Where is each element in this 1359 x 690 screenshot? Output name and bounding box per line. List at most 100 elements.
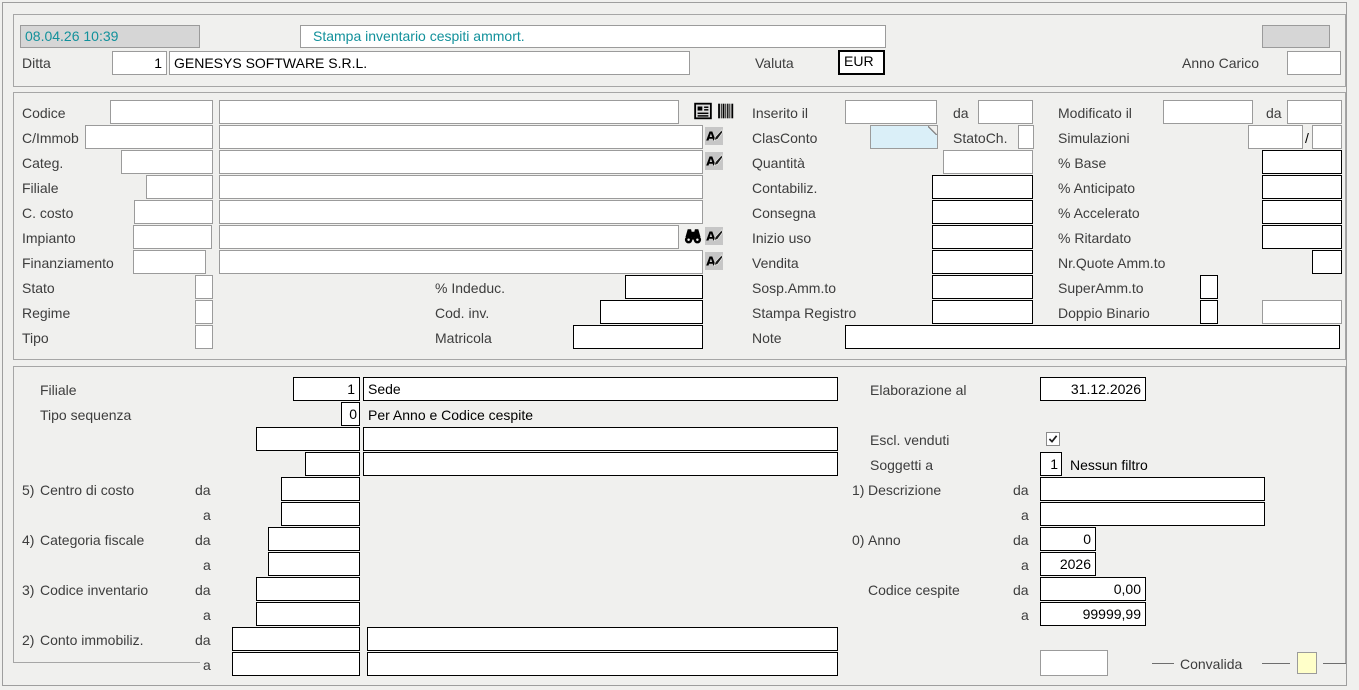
doppio-binario-value-field [1262,300,1342,324]
regime-field[interactable] [195,300,213,324]
range5-a-label: a [203,506,211,524]
sosp-ammto-label: Sosp.Amm.to [752,279,836,297]
report-filiale-code-field[interactable]: 1 [293,377,360,401]
anno-carico-field[interactable] [1287,51,1341,75]
range1-label: Descrizione [868,481,941,499]
report-filiale-desc-field[interactable]: Sede [363,377,838,401]
perc-base-field[interactable] [1262,150,1342,174]
note-field[interactable] [845,325,1340,349]
convalida-line-right [1323,663,1346,664]
report-groupbox-bottom-left [13,662,200,663]
c-costo-desc-field[interactable] [219,200,703,224]
convalida-line-mid [1262,663,1290,664]
c-costo-field[interactable] [134,200,213,224]
anno-da-field[interactable]: 0 [1040,527,1096,551]
soggetti-code-field[interactable]: 1 [1040,452,1062,476]
svg-text:A: A [706,155,716,169]
spellcheck-icon[interactable]: A [705,127,723,145]
codice-inventario-da-field[interactable] [256,577,360,601]
convalida-label: Convalida [1180,655,1242,673]
conto-immobiliz-da-field[interactable] [232,627,360,651]
c-immob-field[interactable] [85,125,213,149]
tipo-sequenza-code-field[interactable]: 0 [341,402,360,426]
perc-accelerato-field[interactable] [1262,200,1342,224]
sequenza3-code-field[interactable] [305,452,360,476]
sequenza2-code-field[interactable] [256,427,360,451]
superammto-field[interactable] [1200,275,1218,299]
quantita-label: Quantità [752,154,805,172]
centro-costo-da-field[interactable] [281,477,360,501]
range3-num: 3) [22,581,34,599]
descrizione-a-label: a [1021,506,1029,524]
c-costo-label: C. costo [22,204,73,222]
soggetti-label: Soggetti a [870,456,933,474]
inserito-da-label: da [953,104,969,122]
finanziamento-field[interactable] [133,250,206,274]
barcode-icon[interactable] [717,102,735,120]
categ-field[interactable] [121,150,213,174]
finanziamento-desc-field[interactable] [219,250,703,274]
binoculars-icon[interactable] [684,227,702,245]
codice-field[interactable] [110,100,213,124]
escl-venduti-checkbox[interactable] [1046,432,1060,446]
stampa-registro-label: Stampa Registro [752,304,856,322]
elaborazione-field[interactable]: 31.12.2026 [1040,377,1146,401]
categoria-fiscale-a-field[interactable] [268,552,360,576]
c-immob-desc-field[interactable] [219,125,703,149]
sosp-ammto-field[interactable] [932,275,1033,299]
convalida-field[interactable] [1297,652,1317,674]
contabiliz-field[interactable] [932,175,1033,199]
spellcheck-icon[interactable]: A [705,252,723,270]
spellcheck-icon[interactable]: A [705,227,723,245]
clasconto-label: ClasConto [752,129,817,147]
ditta-code-field[interactable]: 1 [112,51,167,75]
consegna-field[interactable] [932,200,1033,224]
filiale-desc-field[interactable] [219,175,703,199]
perc-indeduc-field[interactable] [625,275,703,299]
asset-inventory-print-window: 08.04.26 10:39 Stampa inventario cespiti… [0,0,1359,690]
valuta-field[interactable]: EUR [838,50,885,75]
modificato-da-label: da [1266,104,1282,122]
descrizione-a-field[interactable] [1040,502,1265,526]
conto-immobiliz-da-desc-field[interactable] [367,627,838,651]
header-status-box [1262,25,1330,48]
perc-anticipato-field[interactable] [1262,175,1342,199]
anno-a-field[interactable]: 2026 [1040,552,1096,576]
vendita-field[interactable] [932,250,1033,274]
range3-da-label: da [195,581,211,599]
inizio-uso-field[interactable] [932,225,1033,249]
impianto-field[interactable] [133,225,212,249]
form-icon[interactable] [694,102,712,120]
codice-cespite-da-field[interactable]: 0,00 [1040,577,1146,601]
cod-inv-field[interactable] [600,300,703,324]
stampa-registro-field[interactable] [932,300,1033,324]
filiale-field[interactable] [146,175,213,199]
ditta-name-field[interactable]: GENESYS SOFTWARE S.R.L. [169,51,690,75]
stato-field[interactable] [195,275,213,299]
range4-da-label: da [195,531,211,549]
finanziamento-label: Finanziamento [22,254,114,272]
range5-num: 5) [22,481,34,499]
categ-desc-field[interactable] [219,150,703,174]
codice-inventario-a-field[interactable] [256,602,360,626]
clasconto-field[interactable] [870,125,938,149]
tipo-field[interactable] [195,325,213,349]
impianto-desc-field[interactable] [219,225,679,249]
doppio-binario-field[interactable] [1200,300,1218,324]
descrizione-da-field[interactable] [1040,477,1265,501]
conto-immobiliz-a-field[interactable] [232,652,360,676]
inserito-da-field [978,100,1033,124]
categoria-fiscale-da-field[interactable] [268,527,360,551]
nr-quote-field[interactable] [1312,250,1342,274]
spellcheck-icon[interactable]: A [705,152,723,170]
sequenza3-desc-field[interactable] [363,452,838,476]
matricola-field[interactable] [573,325,703,349]
perc-ritardato-field[interactable] [1262,225,1342,249]
range3-label: Codice inventario [40,581,148,599]
conto-immobiliz-a-desc-field[interactable] [367,652,838,676]
centro-costo-a-field[interactable] [281,502,360,526]
codice-cespite-a-field[interactable]: 99999,99 [1040,602,1146,626]
codice-desc-field[interactable] [219,100,679,124]
sequenza2-desc-field[interactable] [363,427,838,451]
statoch-field [1018,125,1034,149]
